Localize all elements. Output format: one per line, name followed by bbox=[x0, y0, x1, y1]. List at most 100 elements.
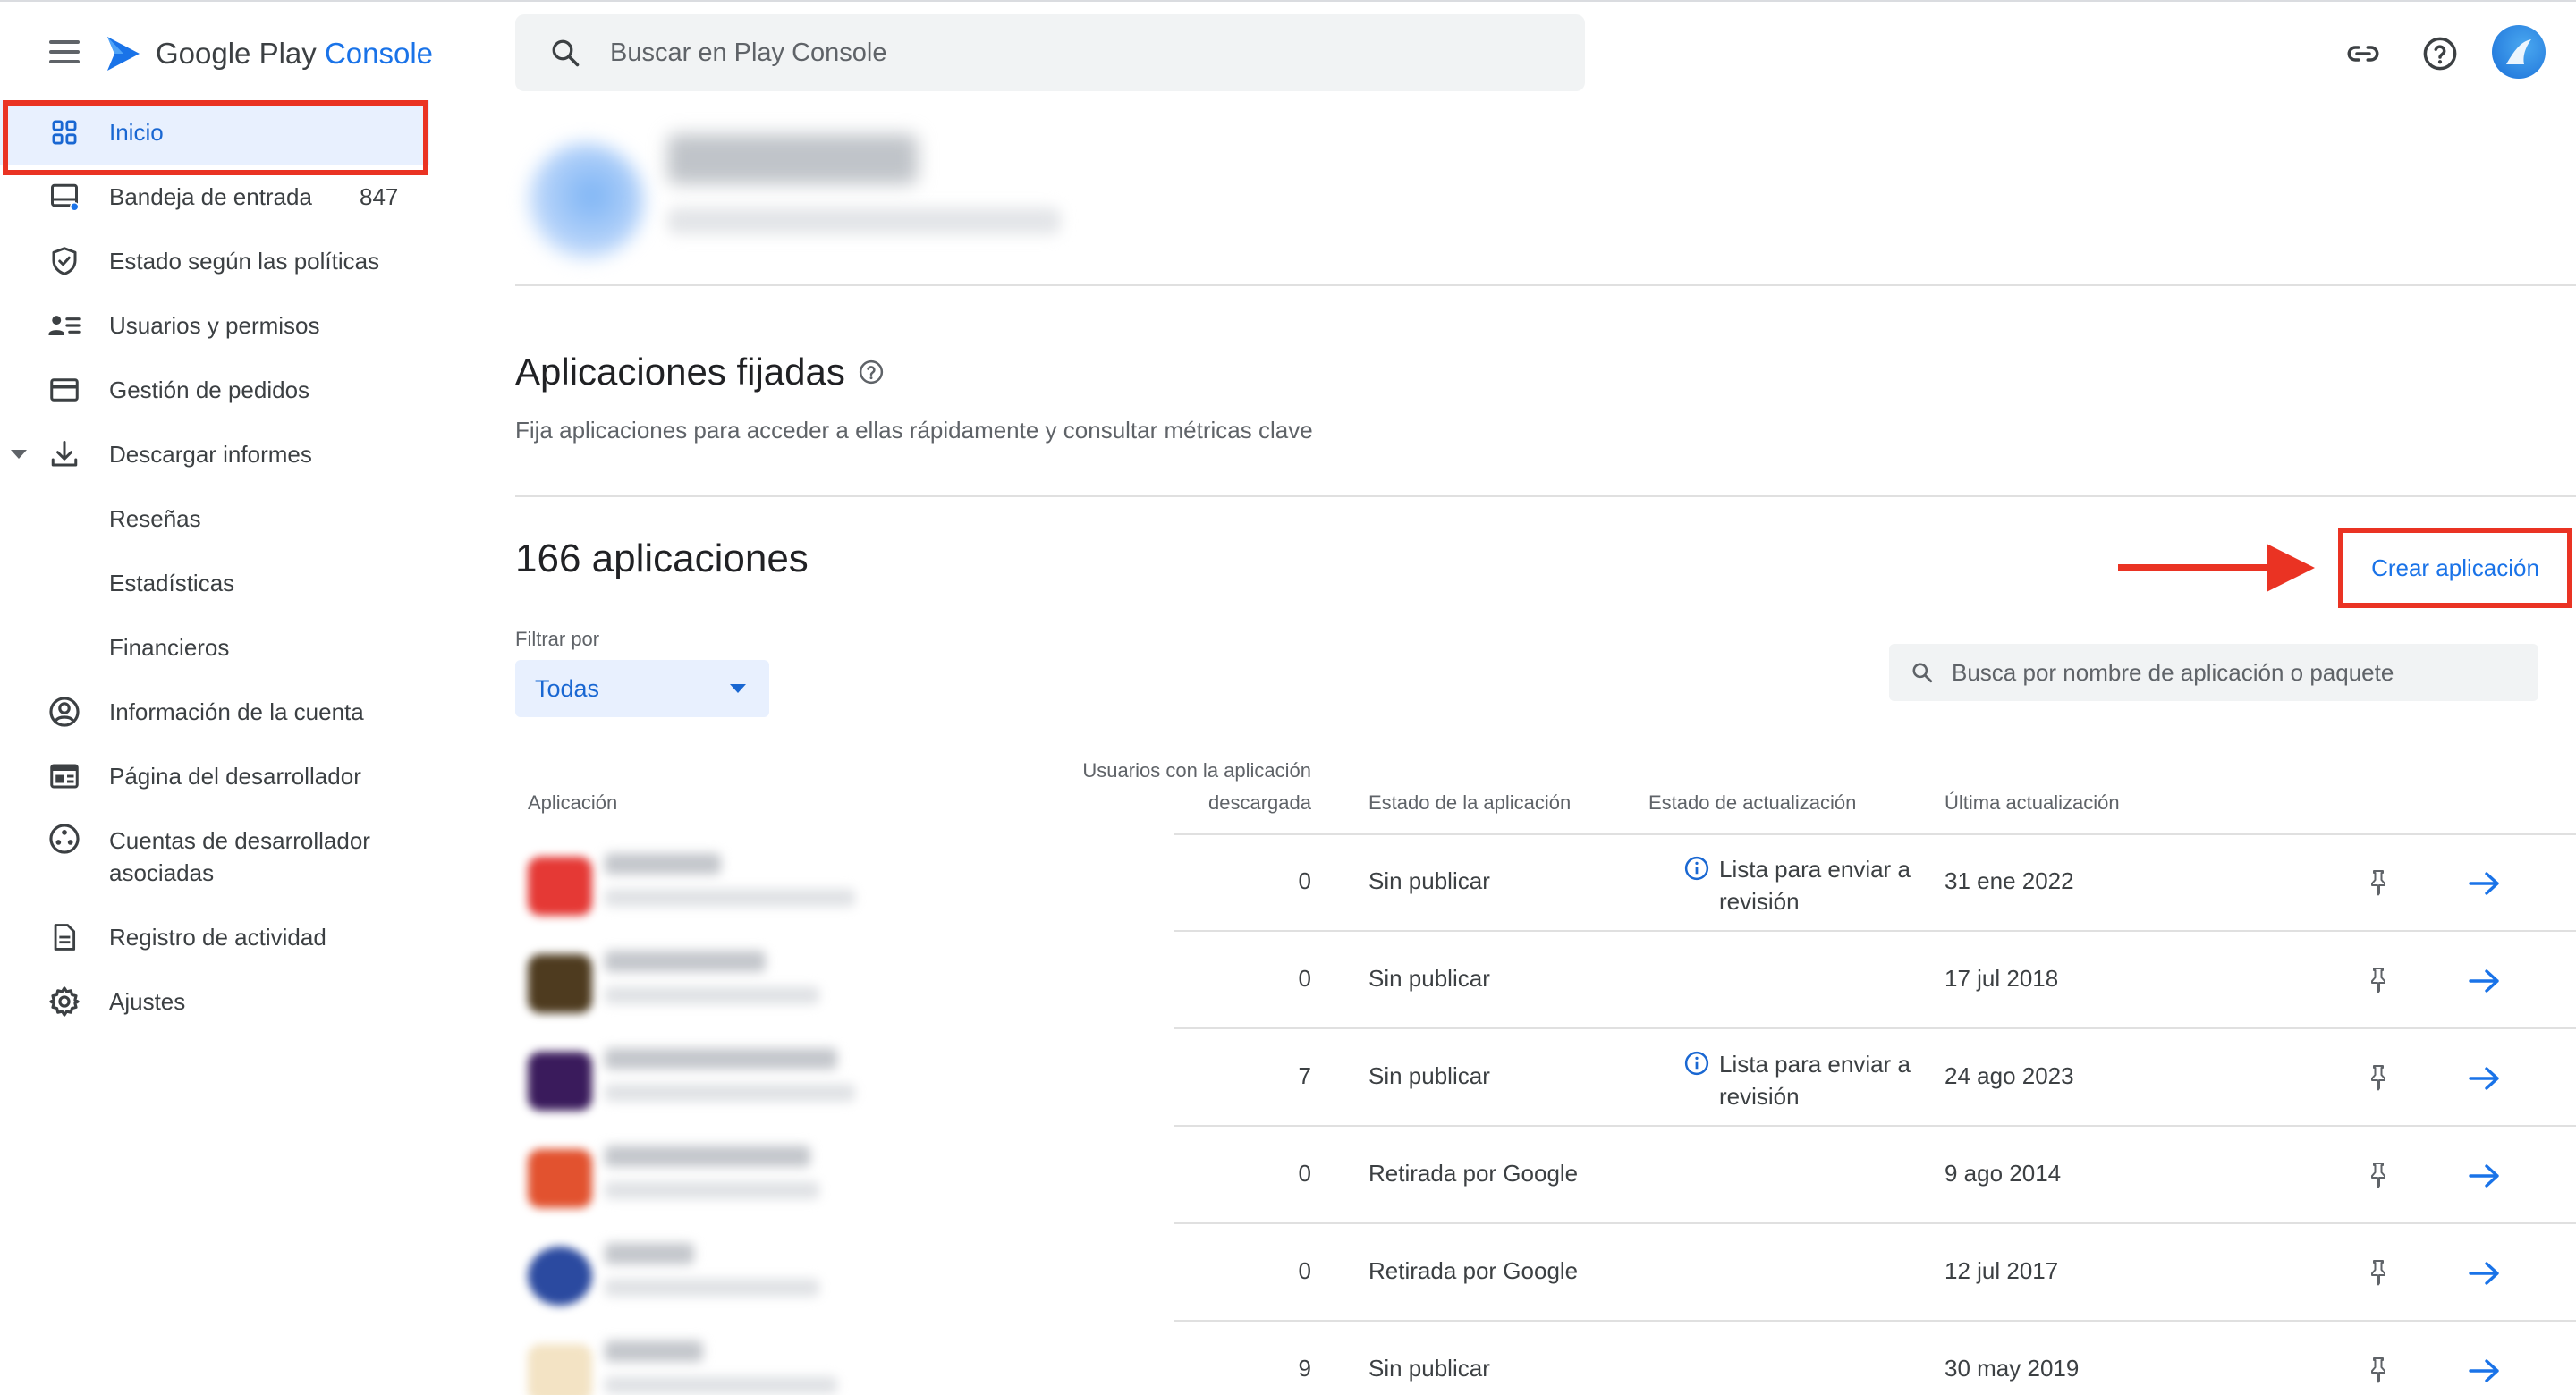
app-package-redacted bbox=[605, 1376, 837, 1394]
pin-icon[interactable] bbox=[2365, 967, 2392, 995]
column-header-status[interactable]: Estado de la aplicación bbox=[1368, 787, 1571, 819]
table-row[interactable]: 0 Retirada por Google 12 jul 2017 bbox=[515, 1225, 2576, 1322]
search-icon bbox=[552, 39, 580, 67]
sidebar-item-registro[interactable]: Registro de actividad bbox=[0, 905, 429, 969]
update-status-text: Lista para enviar a revisión bbox=[1719, 1051, 1911, 1110]
table-row[interactable]: 0 Sin publicar 17 jul 2018 bbox=[515, 933, 2576, 1029]
app-status: Sin publicar bbox=[1368, 965, 1490, 992]
brand-logo[interactable]: Google Play Console bbox=[104, 27, 433, 80]
help-icon[interactable] bbox=[858, 359, 885, 385]
developer-logo bbox=[528, 143, 644, 259]
last-update-date: 17 jul 2018 bbox=[1945, 965, 2059, 992]
pin-icon[interactable] bbox=[2365, 1357, 2392, 1385]
pin-icon[interactable] bbox=[2365, 1259, 2392, 1288]
create-app-label: Crear aplicación bbox=[2371, 554, 2539, 581]
row-divider bbox=[1174, 1320, 2576, 1322]
sidebar-item-pagina-desarrollador[interactable]: Página del desarrollador bbox=[0, 744, 429, 808]
open-app-arrow-icon[interactable] bbox=[2467, 1064, 2503, 1093]
pin-icon[interactable] bbox=[2365, 1064, 2392, 1093]
create-app-button[interactable]: Crear aplicación bbox=[2338, 528, 2572, 608]
column-header-app[interactable]: Aplicación bbox=[528, 787, 617, 819]
expand-caret-icon[interactable] bbox=[11, 450, 27, 459]
open-app-arrow-icon[interactable] bbox=[2467, 1162, 2503, 1190]
app-thumbnail bbox=[528, 1052, 592, 1111]
section-divider bbox=[515, 495, 2576, 497]
sidebar-item-label: Descargar informes bbox=[109, 440, 312, 468]
sidebar-item-pedidos[interactable]: Gestión de pedidos bbox=[0, 358, 429, 422]
pin-icon[interactable] bbox=[2365, 869, 2392, 898]
sidebar-item-cuentas-asociadas[interactable]: Cuentas de desarrollador asociadas bbox=[0, 808, 429, 905]
app-status: Retirada por Google bbox=[1368, 1257, 1579, 1284]
row-divider bbox=[1174, 1222, 2576, 1224]
account-avatar[interactable] bbox=[2492, 25, 2546, 79]
app-package-redacted bbox=[605, 986, 819, 1004]
search-icon bbox=[1912, 663, 1933, 683]
sidebar-item-label: Página del desarrollador bbox=[109, 762, 361, 790]
app-search-input[interactable] bbox=[1952, 658, 2524, 687]
table-row[interactable]: 9 Sin publicar 30 may 2019 bbox=[515, 1323, 2576, 1395]
sidebar-item-estadisticas[interactable]: Estadísticas bbox=[0, 551, 429, 615]
sidebar-nav: Inicio Bandeja de entrada 847 Estado seg… bbox=[0, 100, 429, 1034]
link-icon[interactable] bbox=[2340, 30, 2386, 77]
app-package-redacted bbox=[605, 1181, 819, 1199]
sidebar-item-ajustes[interactable]: Ajustes bbox=[0, 969, 429, 1034]
sidebar-item-inicio[interactable]: Inicio bbox=[0, 100, 429, 165]
update-status: Lista para enviar a revisión bbox=[1683, 1048, 1916, 1112]
pin-icon[interactable] bbox=[2365, 1162, 2392, 1190]
users-icon bbox=[45, 306, 84, 345]
sidebar-item-bandeja[interactable]: Bandeja de entrada 847 bbox=[0, 165, 429, 229]
app-package-redacted bbox=[605, 1084, 855, 1102]
help-icon[interactable] bbox=[2417, 30, 2463, 77]
column-header-users[interactable]: Usuarios con la aplicación descargada bbox=[1020, 755, 1311, 819]
sidebar-item-usuarios[interactable]: Usuarios y permisos bbox=[0, 293, 429, 358]
sidebar-item-label: Inicio bbox=[109, 118, 164, 146]
open-app-arrow-icon[interactable] bbox=[2467, 1259, 2503, 1288]
shield-icon bbox=[45, 241, 84, 281]
app-thumbnail bbox=[528, 1247, 592, 1306]
table-row[interactable]: 0 Sin publicar Lista para enviar a revis… bbox=[515, 835, 2576, 932]
menu-icon[interactable] bbox=[45, 36, 84, 68]
document-icon bbox=[45, 917, 84, 957]
sidebar-item-politicas[interactable]: Estado según las políticas bbox=[0, 229, 429, 293]
last-update-date: 12 jul 2017 bbox=[1945, 1257, 2059, 1284]
column-header-last-update[interactable]: Última actualización bbox=[1945, 787, 2120, 819]
app-status: Sin publicar bbox=[1368, 867, 1490, 894]
users-count: 0 bbox=[1298, 867, 1311, 894]
sidebar-item-label: Estadísticas bbox=[109, 569, 235, 596]
global-search-bar[interactable] bbox=[515, 14, 1585, 91]
open-app-arrow-icon[interactable] bbox=[2467, 1357, 2503, 1385]
sidebar-item-financieros[interactable]: Financieros bbox=[0, 615, 429, 680]
brand-name: Google Play Console bbox=[156, 37, 434, 70]
app-thumbnail bbox=[528, 954, 592, 1013]
top-border bbox=[0, 0, 2576, 2]
app-thumbnail bbox=[528, 857, 592, 916]
sidebar-item-label: Usuarios y permisos bbox=[109, 311, 320, 339]
app-name-redacted bbox=[605, 1243, 694, 1264]
global-search-input[interactable] bbox=[610, 38, 1415, 68]
app-search-bar[interactable] bbox=[1889, 644, 2538, 701]
app-status: Sin publicar bbox=[1368, 1062, 1490, 1089]
open-app-arrow-icon[interactable] bbox=[2467, 967, 2503, 995]
update-status-text: Lista para enviar a revisión bbox=[1719, 856, 1911, 915]
filter-label: Filtrar por bbox=[515, 628, 600, 650]
app-name-redacted bbox=[605, 1048, 837, 1070]
users-count: 0 bbox=[1298, 1257, 1311, 1284]
sidebar-item-label: Bandeja de entrada bbox=[109, 182, 312, 210]
sidebar-item-label: Gestión de pedidos bbox=[109, 376, 310, 403]
open-app-arrow-icon[interactable] bbox=[2467, 869, 2503, 898]
app-package-redacted bbox=[605, 1279, 819, 1297]
pinned-apps-title: Aplicaciones fijadas bbox=[515, 351, 845, 393]
annotation-arrow bbox=[2118, 564, 2279, 571]
row-divider bbox=[1174, 1027, 2576, 1029]
column-header-update-status[interactable]: Estado de actualización bbox=[1648, 787, 1856, 819]
table-row[interactable]: 7 Sin publicar Lista para enviar a revis… bbox=[515, 1030, 2576, 1127]
sidebar-item-resenas[interactable]: Reseñas bbox=[0, 486, 429, 551]
gear-icon bbox=[45, 982, 84, 1021]
app-name-redacted bbox=[605, 1146, 810, 1167]
credit-card-icon bbox=[45, 370, 84, 410]
table-row[interactable]: 0 Retirada por Google 9 ago 2014 bbox=[515, 1128, 2576, 1224]
sidebar-item-informes[interactable]: Descargar informes bbox=[0, 422, 429, 486]
filter-dropdown[interactable]: Todas bbox=[515, 660, 769, 717]
sidebar-item-cuenta[interactable]: Información de la cuenta bbox=[0, 680, 429, 744]
chevron-down-icon bbox=[730, 684, 746, 693]
